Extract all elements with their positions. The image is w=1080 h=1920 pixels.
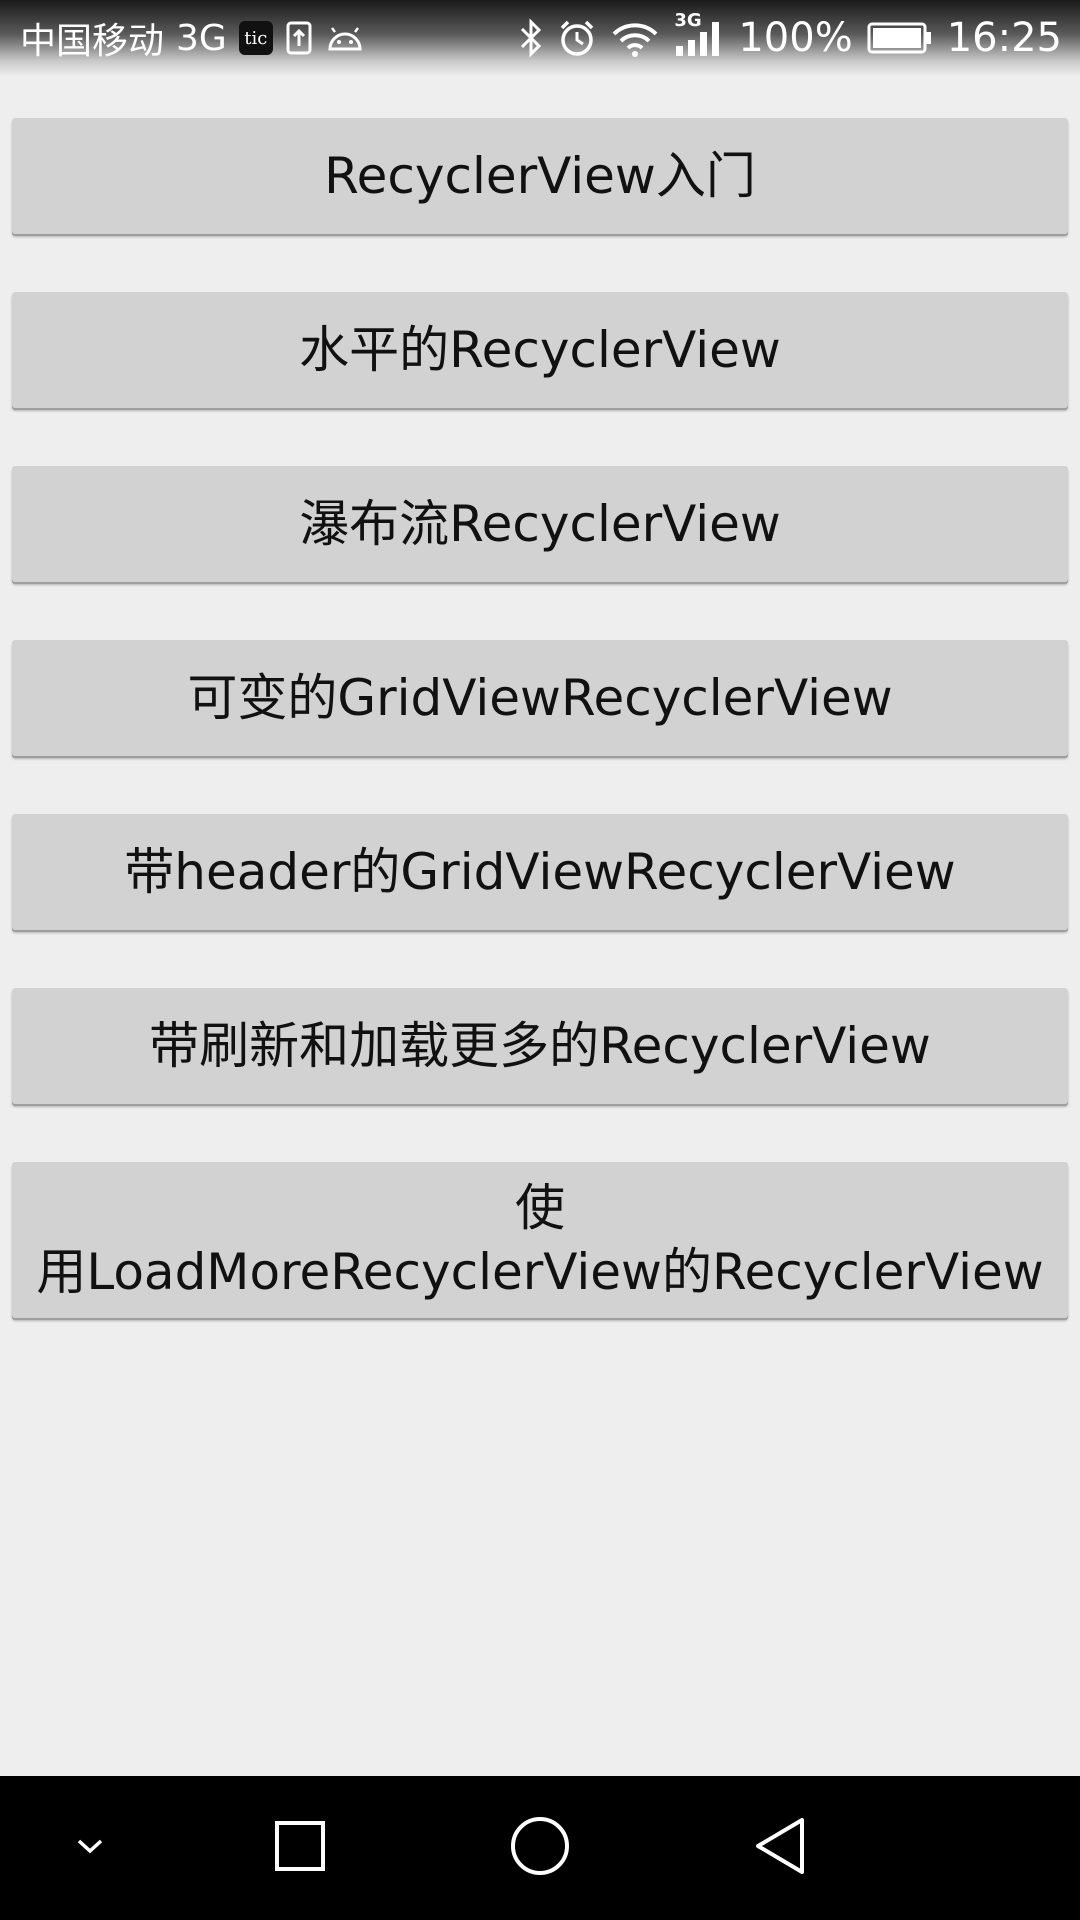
network-type-label: 3G xyxy=(176,17,227,59)
recents-button[interactable] xyxy=(230,1776,370,1920)
android-icon xyxy=(325,23,365,53)
navigation-bar xyxy=(0,1776,1080,1920)
home-circle-icon xyxy=(509,1815,571,1881)
back-button[interactable] xyxy=(710,1776,850,1920)
horizontal-recyclerview-button[interactable]: 水平的RecyclerView xyxy=(12,292,1068,408)
staggered-recyclerview-button[interactable]: 瀑布流RecyclerView xyxy=(12,466,1068,582)
signal-icon: 3G xyxy=(674,10,724,58)
hide-nav-button[interactable] xyxy=(20,1776,160,1920)
header-gridview-recyclerview-button[interactable]: 带header的GridViewRecyclerView xyxy=(12,814,1068,930)
carrier-label: 中国移动 xyxy=(20,21,165,62)
chevron-down-icon xyxy=(75,1836,105,1860)
loadmore-button-line1: 使 xyxy=(515,1179,565,1237)
clock-label: 16:25 xyxy=(946,15,1062,61)
recents-square-icon xyxy=(273,1819,327,1877)
variable-gridview-recyclerview-button[interactable]: 可变的GridViewRecyclerView xyxy=(12,640,1068,756)
recyclerview-intro-button[interactable]: RecyclerView入门 xyxy=(12,118,1068,234)
loadmore-recyclerview-button[interactable]: 使 用LoadMoreRecyclerView的RecyclerView xyxy=(12,1162,1068,1318)
signal-network-label: 3G xyxy=(674,10,702,31)
tic-app-icon: tic xyxy=(238,21,273,55)
battery-icon xyxy=(867,20,933,56)
status-bar: 中国移动 3G tic 3G 100% 16:25 xyxy=(0,0,1080,76)
bluetooth-icon xyxy=(518,18,544,58)
home-button[interactable] xyxy=(470,1776,610,1920)
wifi-icon xyxy=(610,18,660,58)
refresh-loadmore-recyclerview-button[interactable]: 带刷新和加载更多的RecyclerView xyxy=(12,988,1068,1104)
upload-icon xyxy=(285,20,313,56)
battery-percent-label: 100% xyxy=(738,15,853,61)
back-triangle-icon xyxy=(752,1816,808,1880)
loadmore-button-line2: 用LoadMoreRecyclerView的RecyclerView xyxy=(36,1243,1044,1301)
status-bar-right: 3G 100% 16:25 xyxy=(518,10,1062,64)
status-bar-left: 中国移动 3G tic xyxy=(20,12,365,64)
alarm-icon xyxy=(558,18,596,58)
